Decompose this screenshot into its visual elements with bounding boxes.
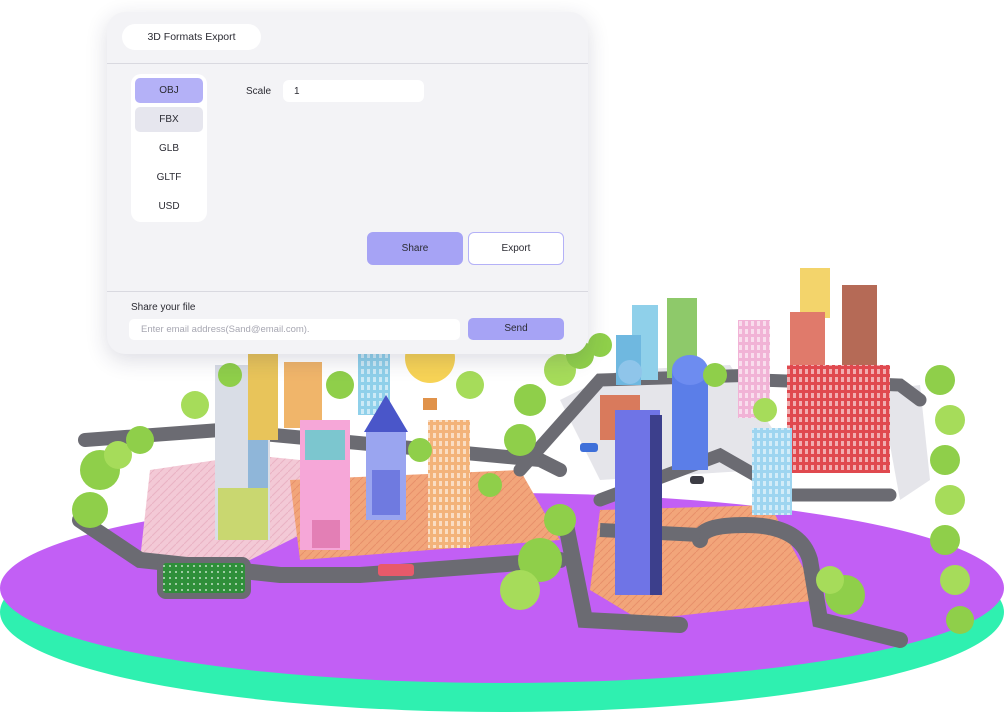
format-item-fbx[interactable]: FBX [135,107,203,132]
format-list: OBJ FBX GLB GLTF USD [131,74,207,222]
export-button[interactable]: Export [468,232,564,265]
header-divider [107,63,588,64]
panel-title-tab[interactable]: 3D Formats Export [122,24,261,50]
scale-input[interactable] [283,80,424,102]
export-panel: 3D Formats Export OBJ FBX GLB GLTF USD S… [107,12,588,354]
format-item-glb[interactable]: GLB [135,136,203,161]
format-item-gltf[interactable]: GLTF [135,165,203,190]
share-divider [107,291,588,292]
panel-header: 3D Formats Export [107,12,588,64]
share-button[interactable]: Share [367,232,463,265]
format-item-usd[interactable]: USD [135,194,203,219]
email-input[interactable] [129,319,460,340]
share-file-label: Share your file [131,302,196,313]
scale-label: Scale [246,86,272,97]
format-item-obj[interactable]: OBJ [135,78,203,103]
send-button[interactable]: Send [468,318,564,340]
